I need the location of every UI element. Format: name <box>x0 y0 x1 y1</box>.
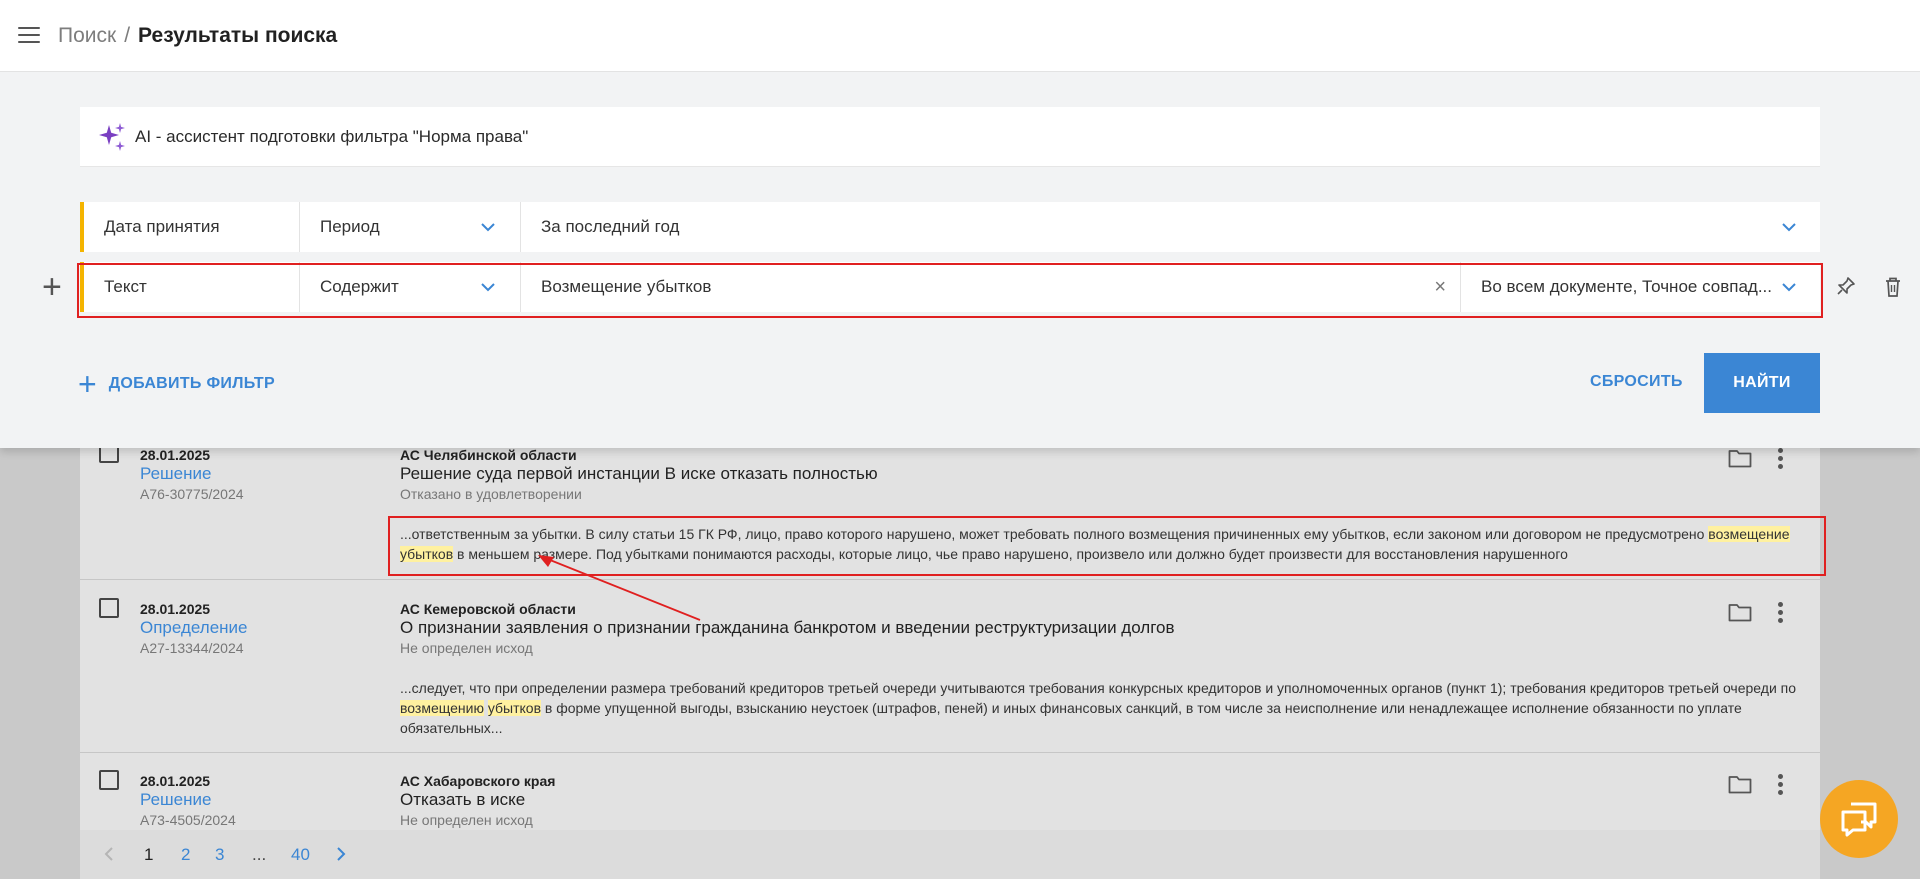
filter-row-date: Дата принятия Период За последний год <box>80 202 1820 252</box>
more-options-icon[interactable] <box>1778 602 1784 624</box>
add-filter-label: ДОБАВИТЬ ФИЛЬТР <box>108 375 275 392</box>
chat-support-button[interactable] <box>1820 780 1898 858</box>
result-court: АС Хабаровского края <box>400 773 556 789</box>
more-options-icon[interactable] <box>1778 448 1784 470</box>
reset-button[interactable]: СБРОСИТЬ <box>1590 373 1683 391</box>
filter-field-select[interactable]: Текст <box>84 262 300 312</box>
sparkles-icon <box>99 123 125 151</box>
filter-operator-select[interactable]: Период <box>300 202 521 252</box>
result-doc-type-link[interactable]: Решение <box>140 464 211 484</box>
chevron-right-icon[interactable] <box>334 846 348 862</box>
result-title-link[interactable]: О признании заявления о признании гражда… <box>400 618 1175 638</box>
chevron-left-icon[interactable] <box>102 846 116 862</box>
filter-row-text: Текст Содержит Возмещение убытков × Во в… <box>80 262 1820 312</box>
ai-assistant-label: AI - ассистент подготовки фильтра "Норма… <box>135 127 529 146</box>
snippet-text: в форме упущенной выгоды, взысканию неус… <box>400 700 1742 736</box>
result-date: 28.01.2025 <box>140 773 211 789</box>
more-options-icon[interactable] <box>1778 774 1784 796</box>
result-title-link[interactable]: Отказать в иске <box>400 790 525 810</box>
folder-icon[interactable] <box>1728 602 1752 622</box>
snippet-highlight: возмещение <box>1708 526 1790 542</box>
result-court: АС Кемеровской области <box>400 601 576 617</box>
filter-operator-label: Период <box>320 217 380 236</box>
chevron-down-icon <box>1782 223 1796 232</box>
page-last[interactable]: 40 <box>291 845 310 865</box>
filter-text-value: Возмещение убытков <box>541 277 712 296</box>
page-1[interactable]: 1 <box>144 845 153 865</box>
breadcrumb-separator: / <box>124 24 131 47</box>
filter-panel: AI - ассистент подготовки фильтра "Норма… <box>0 72 1920 448</box>
result-doc-type-link[interactable]: Определение <box>140 618 248 638</box>
plus-icon: + <box>78 366 97 402</box>
add-filter-button[interactable]: + ДОБАВИТЬ ФИЛЬТР <box>78 366 275 402</box>
result-outcome: Не определен исход <box>400 640 533 656</box>
result-date: 28.01.2025 <box>140 447 211 463</box>
chevron-down-icon <box>481 283 495 292</box>
find-button[interactable]: НАЙТИ <box>1704 353 1820 413</box>
filter-field-label: Дата принятия <box>104 217 220 236</box>
page-3[interactable]: 3 <box>215 845 224 865</box>
filter-text-input[interactable]: Возмещение убытков × <box>521 262 1461 312</box>
result-case-number: А73-4505/2024 <box>140 812 236 828</box>
snippet-highlight: убытков <box>400 546 454 562</box>
result-snippet: ...следует, что при определении размера … <box>400 678 1810 738</box>
breadcrumb: Поиск / Результаты поиска <box>58 24 337 48</box>
result-snippet: ...ответственным за убытки. В силу стать… <box>400 524 1800 564</box>
hamburger-menu-icon[interactable] <box>18 27 40 45</box>
results-list: 28.01.2025 Решение А76-30775/2024 АС Чел… <box>80 430 1826 830</box>
trash-icon[interactable] <box>1884 276 1902 298</box>
result-outcome: Отказано в удовлетворении <box>400 486 582 502</box>
chevron-down-icon <box>1782 283 1796 292</box>
filter-field-select[interactable]: Дата принятия <box>84 202 300 252</box>
result-title-link[interactable]: Решение суда первой инстанции В иске отк… <box>400 464 878 484</box>
result-checkbox[interactable] <box>99 770 119 790</box>
result-doc-type-link[interactable]: Решение <box>140 790 211 810</box>
snippet-text: ...ответственным за убытки. В силу стать… <box>400 526 1705 542</box>
pagination: 1 2 3 ... 40 <box>80 830 1820 879</box>
filter-operator-select[interactable]: Содержит <box>300 262 521 312</box>
page-ellipsis: ... <box>252 845 267 864</box>
result-case-number: А27-13344/2024 <box>140 640 244 656</box>
result-item: 28.01.2025 Решение А76-30775/2024 АС Чел… <box>80 430 1820 580</box>
filter-value-select[interactable]: За последний год <box>521 202 1820 252</box>
clear-icon[interactable]: × <box>1434 276 1446 299</box>
result-date: 28.01.2025 <box>140 601 211 617</box>
page-2[interactable]: 2 <box>181 845 190 865</box>
add-row-plus-icon[interactable]: + <box>42 270 62 304</box>
result-item: 28.01.2025 Решение А73-4505/2024 АС Хаба… <box>80 753 1820 830</box>
breadcrumb-link-search[interactable]: Поиск <box>58 24 116 47</box>
filter-value-label: За последний год <box>541 217 680 236</box>
ai-assistant-bar[interactable]: AI - ассистент подготовки фильтра "Норма… <box>80 107 1820 167</box>
filter-operator-label: Содержит <box>320 277 399 296</box>
page-title: Результаты поиска <box>138 24 338 47</box>
filter-field-label: Текст <box>104 277 147 296</box>
pin-icon[interactable] <box>1836 276 1856 296</box>
chat-icon <box>1841 802 1877 837</box>
folder-icon[interactable] <box>1728 774 1752 794</box>
filter-scope-label: Во всем документе, Точное совпад... <box>1481 277 1773 296</box>
result-item: 28.01.2025 Определение А27-13344/2024 АС… <box>80 580 1820 753</box>
snippet-text: в меньшем размере. Под убытками понимают… <box>457 546 1568 562</box>
snippet-text: ...следует, что при определении размера … <box>400 680 1797 696</box>
snippet-highlight: убытков <box>487 700 541 716</box>
result-outcome: Не определен исход <box>400 812 533 828</box>
result-checkbox[interactable] <box>99 598 119 618</box>
result-case-number: А76-30775/2024 <box>140 486 244 502</box>
snippet-highlight: возмещению <box>400 700 484 716</box>
folder-icon[interactable] <box>1728 448 1752 468</box>
chevron-down-icon <box>481 223 495 232</box>
top-bar: Поиск / Результаты поиска <box>0 0 1920 72</box>
result-court: АС Челябинской области <box>400 447 577 463</box>
filter-scope-select[interactable]: Во всем документе, Точное совпад... <box>1461 262 1820 312</box>
